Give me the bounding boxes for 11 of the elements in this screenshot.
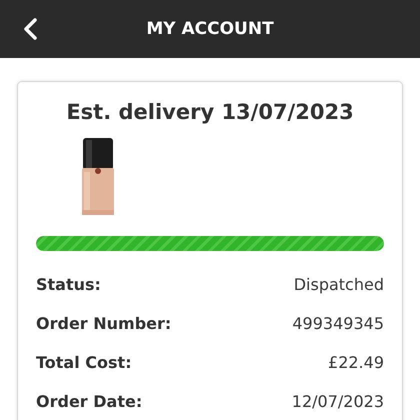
detail-value: 12/07/2023 [292, 392, 384, 411]
delivery-title: Est. delivery 13/07/2023 [65, 100, 355, 124]
detail-value: Dispatched [294, 275, 384, 294]
detail-label: Order Date: [36, 392, 142, 411]
detail-label: Total Cost: [36, 353, 132, 372]
detail-label: Status: [36, 275, 101, 294]
detail-value: £22.49 [328, 353, 384, 372]
page-title: MY ACCOUNT [146, 19, 274, 39]
detail-label: Order Number: [36, 314, 172, 333]
back-icon[interactable] [22, 17, 38, 41]
detail-value: 499349345 [292, 314, 384, 333]
